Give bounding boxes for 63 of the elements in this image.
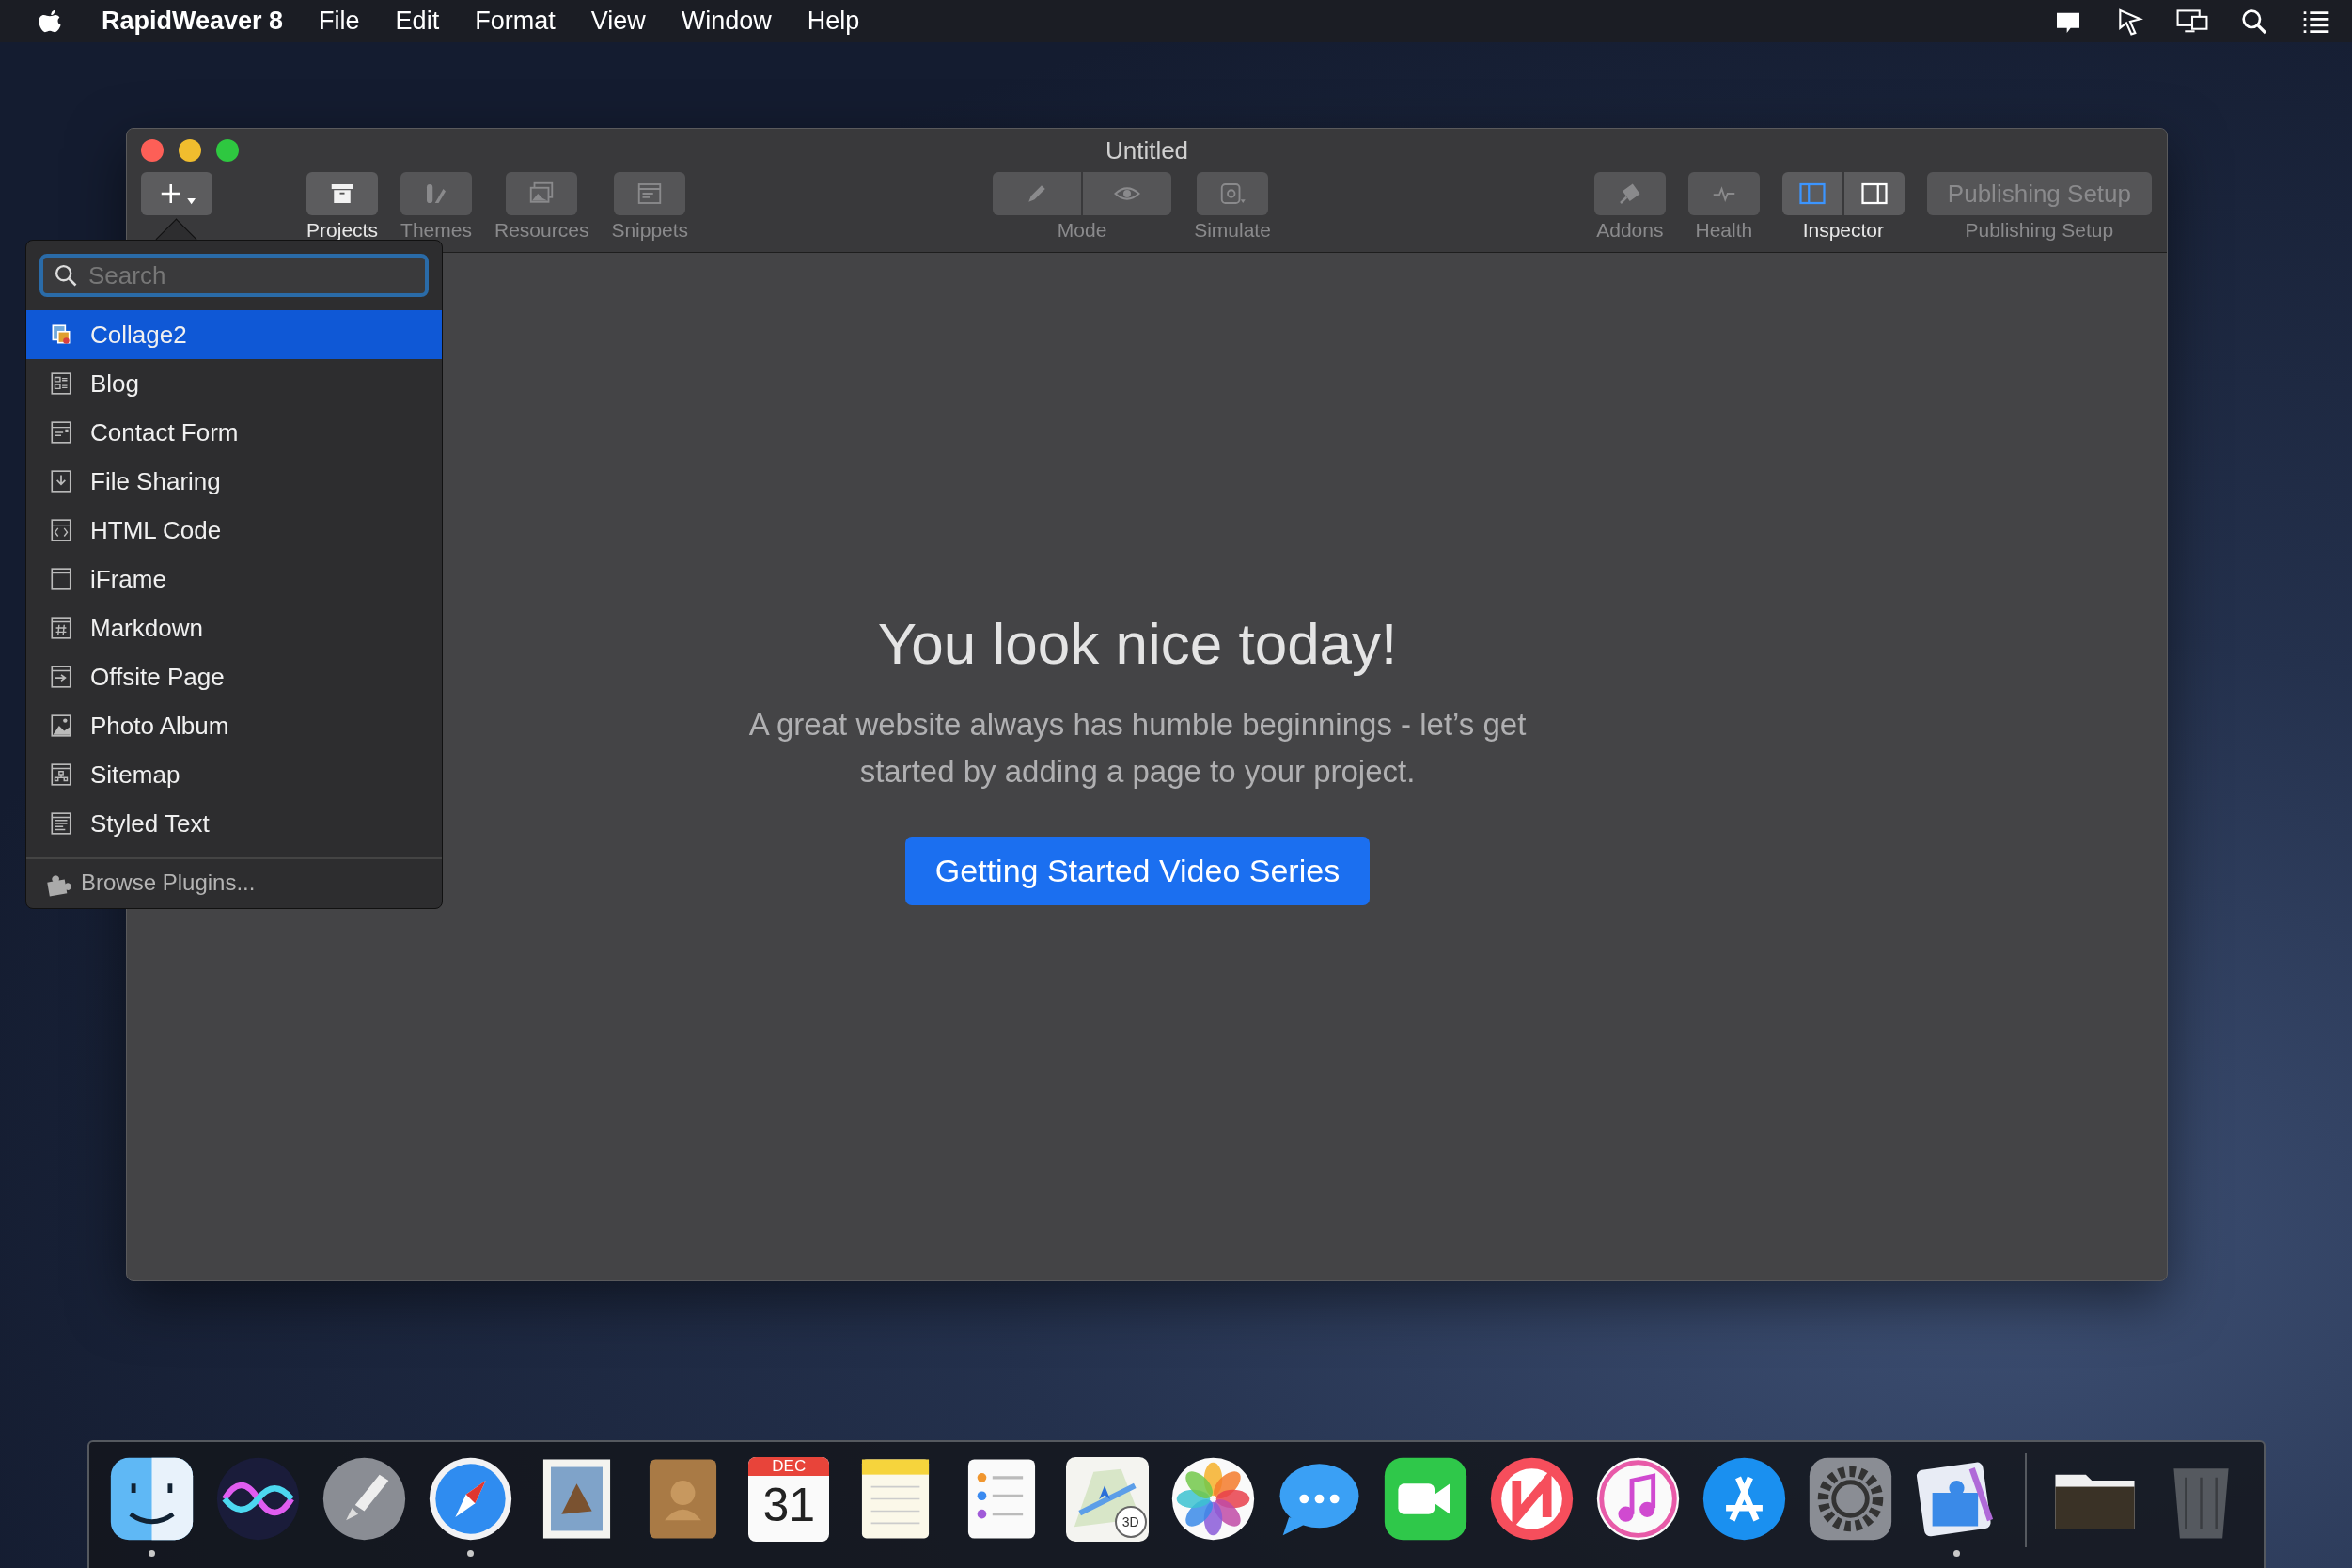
sitemap-page-icon bbox=[49, 762, 73, 787]
minimize-button[interactable] bbox=[179, 139, 201, 162]
running-dot bbox=[1953, 1550, 1960, 1557]
toolbar-label: Simulate bbox=[1194, 219, 1271, 242]
toolbar-button[interactable] bbox=[306, 172, 378, 215]
calendar-icon[interactable]: DEC 31 bbox=[748, 1457, 830, 1542]
segment-button[interactable] bbox=[1843, 172, 1905, 215]
page-type-item[interactable]: Contact Form bbox=[26, 408, 442, 457]
page-type-item[interactable]: Markdown bbox=[26, 604, 442, 652]
search-icon bbox=[53, 262, 79, 289]
toolbar-label: Publishing Setup bbox=[1965, 219, 2114, 242]
page-type-item[interactable]: File Sharing bbox=[26, 457, 442, 506]
toolbar-label: Projects bbox=[306, 219, 378, 242]
toolbar-button[interactable] bbox=[1196, 172, 1268, 215]
photo-page-icon bbox=[49, 713, 73, 738]
page-type-item[interactable]: Sitemap bbox=[26, 750, 442, 799]
menu-item[interactable]: Edit bbox=[395, 7, 440, 36]
welcome-text: A great website always has humble beginnings - let’s get started by adding a page to your project. bbox=[747, 706, 1528, 791]
map-icon[interactable]: 3D bbox=[1065, 1457, 1149, 1542]
page-type-item[interactable]: Blog bbox=[26, 359, 442, 408]
menu-item[interactable]: Window bbox=[681, 7, 772, 36]
window-title: Untitled bbox=[1105, 136, 1189, 165]
menu-item[interactable]: Format bbox=[475, 7, 556, 36]
toolbar-label: Resources bbox=[494, 219, 589, 242]
toolbar-label: Health bbox=[1695, 219, 1753, 242]
page-type-item[interactable]: Styled Text bbox=[26, 799, 442, 848]
toolbar-label: Themes bbox=[400, 219, 472, 242]
download-page-icon bbox=[49, 469, 73, 494]
video-series-button[interactable]: Getting Started Video Series bbox=[904, 837, 1371, 905]
toolbar-label: Inspector bbox=[1802, 219, 1885, 242]
map-3d-badge: 3D bbox=[1114, 1506, 1147, 1538]
menu-item[interactable]: View bbox=[590, 7, 646, 36]
page-type-item[interactable]: HTML Code bbox=[26, 506, 442, 555]
welcome-heading: You look nice today! bbox=[877, 610, 1398, 677]
toolbar-label: Mode bbox=[1057, 219, 1107, 242]
toolbar-label: Addons bbox=[1596, 219, 1664, 242]
page-type-item[interactable]: Collage2 bbox=[26, 310, 442, 359]
running-dot bbox=[149, 1550, 155, 1557]
page-type-item[interactable]: iFrame bbox=[26, 555, 442, 604]
toolbar-button[interactable] bbox=[506, 172, 578, 215]
calendar-month: DEC bbox=[748, 1457, 830, 1476]
form-page-icon bbox=[49, 420, 73, 445]
running-dot bbox=[467, 1550, 474, 1557]
page-type-item[interactable]: Offsite Page bbox=[26, 652, 442, 701]
close-button[interactable] bbox=[141, 139, 164, 162]
toolbar-label: Snippets bbox=[611, 219, 689, 242]
search-field[interactable]: Search bbox=[39, 254, 429, 297]
arrow-page-icon bbox=[49, 665, 73, 689]
calendar-day: 31 bbox=[762, 1476, 816, 1534]
code-page-icon bbox=[49, 518, 73, 542]
hash-page-icon bbox=[49, 616, 73, 640]
page-type-item[interactable]: Photo Album bbox=[26, 701, 442, 750]
zoom-button[interactable] bbox=[216, 139, 239, 162]
blog-page-icon bbox=[49, 371, 73, 396]
frame-page-icon bbox=[49, 567, 73, 591]
add-page-button[interactable] bbox=[141, 172, 212, 215]
app-menu[interactable]: RapidWeaver 8 bbox=[102, 7, 284, 36]
menu-item[interactable]: File bbox=[319, 7, 360, 36]
toolbar-button[interactable] bbox=[1593, 172, 1666, 215]
menu-item[interactable]: Help bbox=[807, 7, 860, 36]
toolbar-button[interactable] bbox=[614, 172, 686, 215]
text-page-icon bbox=[49, 811, 73, 836]
browse-plugins-item[interactable]: Browse Plugins... bbox=[26, 869, 442, 897]
